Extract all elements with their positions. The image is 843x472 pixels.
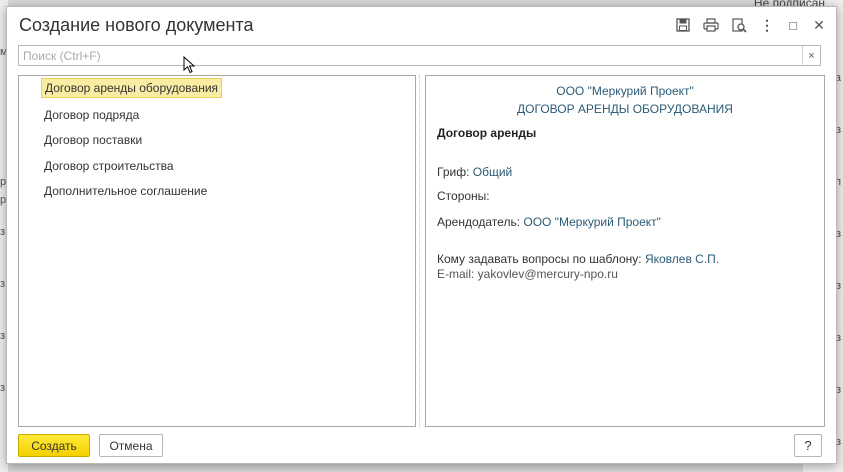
preview-company: ООО "Меркурий Проект" [556, 84, 694, 98]
grif-value: Общий [472, 165, 513, 179]
lessor-value: ООО "Меркурий Проект" [523, 215, 661, 229]
template-list: Договор аренды оборудования Договор подр… [18, 75, 416, 427]
template-preview: ООО "Меркурий Проект" ДОГОВОР АРЕНДЫ ОБО… [425, 75, 825, 427]
parties-label: Стороны: [437, 189, 490, 203]
preview-lessor-row: Арендодатель: ООО "Меркурий Проект" [437, 215, 661, 229]
contact-email: E-mail: yakovlev@mercury-npo.ru [437, 267, 618, 281]
clear-search-icon[interactable]: × [802, 46, 820, 65]
preview-grif-row: Гриф: Общий [437, 165, 512, 179]
create-button[interactable]: Создать [18, 434, 90, 457]
dialog-title: Создание нового документа [19, 15, 254, 35]
list-item[interactable]: Договор подряда [41, 105, 142, 125]
help-button[interactable]: ? [794, 434, 822, 457]
close-icon[interactable]: ✕ [809, 15, 829, 35]
background-glyph: з [0, 226, 6, 238]
background-glyph: з [0, 330, 6, 342]
search-input[interactable] [19, 46, 802, 65]
preview-doc-title: ДОГОВОР АРЕНДЫ ОБОРУДОВАНИЯ [517, 102, 733, 116]
grif-label: Гриф: [437, 165, 470, 179]
search-box: × [18, 45, 821, 66]
list-item[interactable]: Договор строительства [41, 156, 177, 176]
new-document-dialog: Создание нового документа ⋮ □ ✕ × Догово… [6, 6, 837, 464]
print-preview-icon[interactable] [729, 15, 749, 35]
maximize-icon[interactable]: □ [783, 15, 803, 35]
list-item[interactable]: Дополнительное соглашение [41, 181, 210, 201]
save-icon[interactable] [673, 15, 693, 35]
list-item[interactable]: Договор поставки [41, 130, 145, 150]
preview-heading: Договор аренды [437, 126, 537, 140]
background-glyph: з [0, 382, 6, 394]
contact-value: Яковлев С.П. [644, 252, 720, 266]
print-icon[interactable] [701, 15, 721, 35]
preview-contact-row: Кому задавать вопросы по шаблону: Яковле… [437, 252, 719, 266]
list-item[interactable]: Договор аренды оборудования [41, 78, 223, 98]
more-menu-icon[interactable]: ⋮ [757, 15, 777, 35]
contact-label: Кому задавать вопросы по шаблону: [437, 252, 642, 266]
lessor-label: Арендодатель: [437, 215, 521, 229]
mouse-cursor-icon [183, 56, 195, 74]
background-glyph: з [0, 278, 6, 290]
cancel-button[interactable]: Отмена [99, 434, 163, 457]
